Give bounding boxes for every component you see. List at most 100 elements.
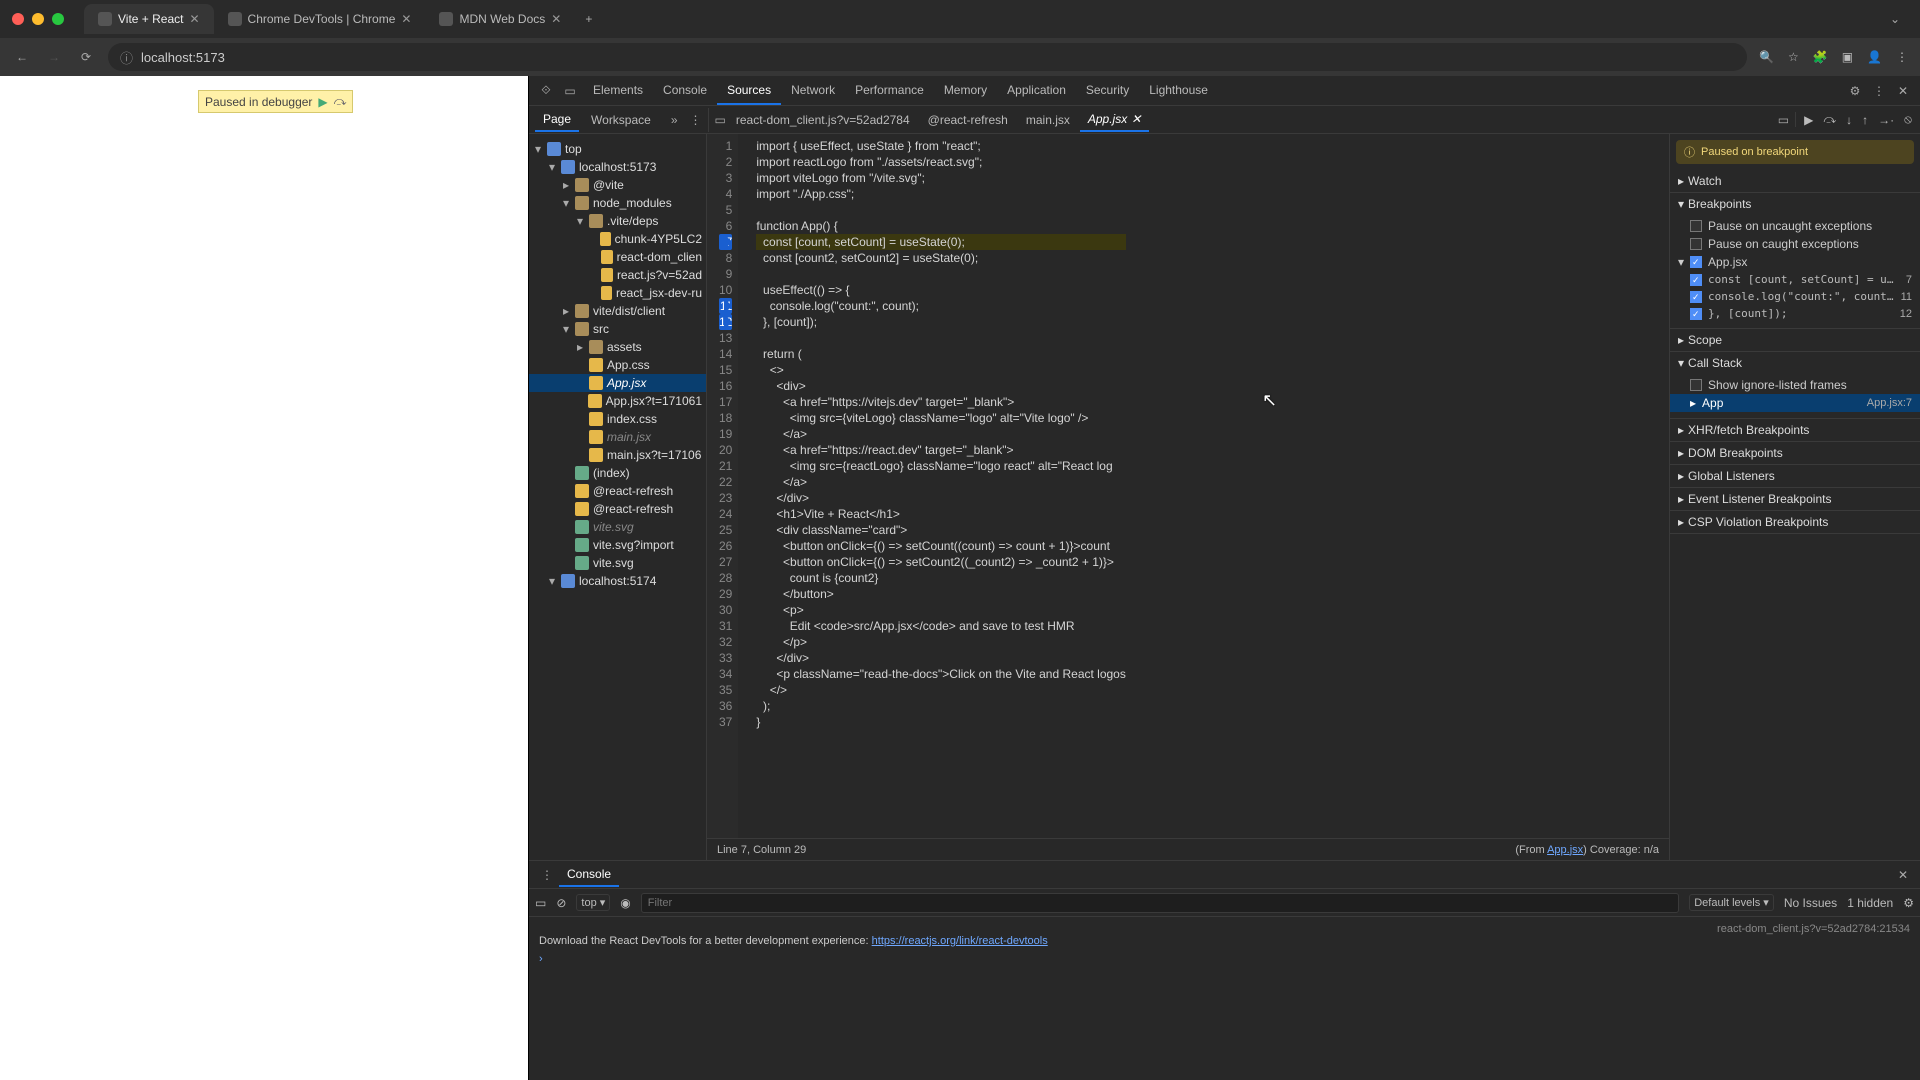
code-line[interactable]: </div> (756, 490, 1126, 506)
devtools-link[interactable]: https://reactjs.org/link/react-devtools (872, 935, 1048, 947)
file-tab[interactable]: react-dom_client.js?v=52ad2784 (728, 109, 918, 131)
file-tab[interactable]: main.jsx (1018, 109, 1078, 131)
source-link[interactable]: App.jsx (1547, 844, 1583, 856)
file-tree-node[interactable]: @react-refresh (529, 482, 706, 500)
gutter-line[interactable]: 11 (719, 298, 732, 314)
nav-reload-button[interactable]: ⟳ (76, 50, 96, 64)
file-tree-node[interactable]: react-dom_clien (529, 248, 706, 266)
code-line[interactable]: console.log("count:", count); (756, 298, 1126, 314)
global-listeners-section[interactable]: ▸ Global Listeners (1670, 465, 1920, 487)
gutter-line[interactable]: 33 (719, 650, 732, 666)
code-line[interactable]: </a> (756, 474, 1126, 490)
breakpoint-item[interactable]: }, [count]);12 (1670, 305, 1920, 322)
device-toolbar-icon[interactable]: ▭ (559, 84, 581, 98)
execution-context-select[interactable]: top ▾ (576, 894, 610, 911)
watch-section[interactable]: ▸ Watch (1670, 170, 1920, 192)
file-tree-node[interactable]: main.jsx?t=17106 (529, 446, 706, 464)
code-line[interactable]: </p> (756, 634, 1126, 650)
code-line[interactable]: import "./App.css"; (756, 186, 1126, 202)
gutter-line[interactable]: 5 (719, 202, 732, 218)
new-tab-button[interactable]: + (575, 8, 602, 30)
gutter-line[interactable]: 25 (719, 522, 732, 538)
devtools-settings-icon[interactable]: ⚙ (1844, 84, 1866, 98)
file-tree-node[interactable]: ▾src (529, 320, 706, 338)
file-tree-node[interactable]: ▾top (529, 140, 706, 158)
nav-forward-button[interactable]: → (44, 50, 64, 64)
gutter-line[interactable]: 14 (719, 346, 732, 362)
devtools-tab-sources[interactable]: Sources (717, 77, 781, 105)
code-line[interactable]: function App() { (756, 218, 1126, 234)
file-tree-node[interactable]: vite.svg?import (529, 536, 706, 554)
console-settings-icon[interactable]: ⚙ (1903, 896, 1914, 910)
step-button[interactable]: →· (1878, 113, 1894, 127)
code-line[interactable] (756, 202, 1126, 218)
toggle-navigator-icon[interactable]: ▭ (715, 113, 726, 127)
console-tab[interactable]: Console (559, 863, 619, 887)
breakpoint-file[interactable]: ▾ App.jsx (1670, 253, 1920, 271)
gutter-line[interactable]: 36 (719, 698, 732, 714)
gutter-line[interactable]: 30 (719, 602, 732, 618)
file-tree-node[interactable]: App.css (529, 356, 706, 374)
window-minimize-button[interactable] (32, 13, 44, 25)
devtools-tab-network[interactable]: Network (781, 77, 845, 105)
gutter-line[interactable]: 2 (719, 154, 732, 170)
breakpoint-checkbox[interactable] (1690, 308, 1702, 320)
code-line[interactable]: </a> (756, 426, 1126, 442)
console-sidebar-toggle-icon[interactable]: ▭ (535, 896, 546, 910)
code-line[interactable]: import { useEffect, useState } from "rea… (756, 138, 1126, 154)
sources-nav-workspace[interactable]: Workspace (583, 109, 659, 131)
devtools-close-icon[interactable]: ✕ (1892, 84, 1914, 98)
breakpoint-item[interactable]: console.log("count:", count);11 (1670, 288, 1920, 305)
window-maximize-button[interactable] (52, 13, 64, 25)
file-tree-node[interactable]: App.jsx (529, 374, 706, 392)
line-gutter[interactable]: 1234567891011121314151617181920212223242… (707, 134, 738, 838)
breakpoint-checkbox[interactable] (1690, 274, 1702, 286)
breakpoints-section[interactable]: ▾ Breakpoints (1670, 193, 1920, 215)
gutter-line[interactable]: 35 (719, 682, 732, 698)
gutter-line[interactable]: 32 (719, 634, 732, 650)
file-tree-node[interactable]: ▸assets (529, 338, 706, 356)
gutter-line[interactable]: 3 (719, 170, 732, 186)
console-output[interactable]: react-dom_client.js?v=52ad2784:21534 Dow… (529, 917, 1920, 1080)
xhr-breakpoints-section[interactable]: ▸ XHR/fetch Breakpoints (1670, 419, 1920, 441)
extensions-icon[interactable]: 🧩 (1813, 50, 1828, 64)
gutter-line[interactable]: 17 (719, 394, 732, 410)
pause-caught-toggle[interactable]: Pause on caught exceptions (1670, 235, 1920, 253)
window-close-button[interactable] (12, 13, 24, 25)
gutter-line[interactable]: 26 (719, 538, 732, 554)
gutter-line[interactable]: 34 (719, 666, 732, 682)
overlay-resume-button[interactable]: ▶ (318, 95, 327, 109)
tab-close-icon[interactable]: ✕ (189, 12, 199, 26)
devtools-tab-console[interactable]: Console (653, 77, 717, 105)
sidepanel-icon[interactable]: ▣ (1842, 50, 1853, 64)
gutter-line[interactable]: 1 (719, 138, 732, 154)
devtools-tab-application[interactable]: Application (997, 77, 1076, 105)
code-line[interactable]: const [count, setCount] = useState(0); (756, 234, 1126, 250)
file-tree-node[interactable]: App.jsx?t=171061 (529, 392, 706, 410)
gutter-line[interactable]: 28 (719, 570, 732, 586)
code-line[interactable]: <a href="https://react.dev" target="_bla… (756, 442, 1126, 458)
code-line[interactable]: <p className="read-the-docs">Click on th… (756, 666, 1126, 682)
file-tree-node[interactable]: (index) (529, 464, 706, 482)
tab-close-icon[interactable]: ✕ (401, 12, 411, 26)
devtools-menu-icon[interactable]: ⋮ (1868, 84, 1890, 98)
console-filter-input[interactable] (641, 893, 1679, 913)
gutter-line[interactable]: 10 (719, 282, 732, 298)
gutter-line[interactable]: 20 (719, 442, 732, 458)
overlay-step-button[interactable]: ⤼ (334, 94, 347, 109)
gutter-line[interactable]: 12 (719, 314, 732, 330)
code-line[interactable]: <div> (756, 378, 1126, 394)
gutter-line[interactable]: 18 (719, 410, 732, 426)
drawer-close-icon[interactable]: ✕ (1892, 868, 1914, 882)
devtools-tab-security[interactable]: Security (1076, 77, 1139, 105)
hidden-count[interactable]: 1 hidden (1847, 896, 1893, 910)
file-tree-node[interactable]: chunk-4YP5LC2 (529, 230, 706, 248)
step-over-button[interactable]: ⤼ (1823, 112, 1836, 127)
zoom-icon[interactable]: 🔍 (1759, 50, 1774, 64)
scope-section[interactable]: ▸ Scope (1670, 329, 1920, 351)
code-line[interactable]: return ( (756, 346, 1126, 362)
breakpoint-checkbox[interactable] (1690, 291, 1702, 303)
clear-console-icon[interactable]: ⊘ (556, 896, 566, 910)
code-line[interactable]: import viteLogo from "/vite.svg"; (756, 170, 1126, 186)
file-tree-node[interactable]: react_jsx-dev-ru (529, 284, 706, 302)
